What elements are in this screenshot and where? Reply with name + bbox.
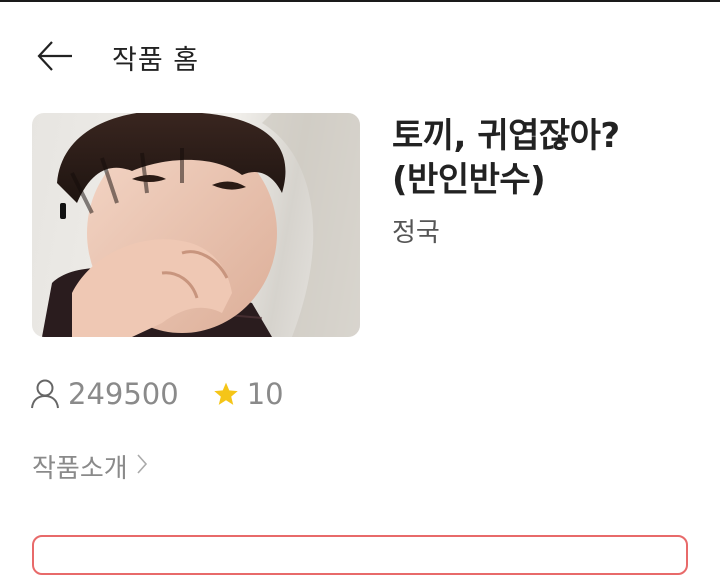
back-button[interactable] [28, 34, 80, 78]
rating-value: 10 [246, 377, 284, 411]
views-stat: 249500 [30, 377, 179, 411]
work-title-line-1: 토끼, 귀엽잖아? [392, 116, 620, 156]
person-icon [31, 379, 59, 409]
stats-row: 249500 10 [30, 374, 284, 414]
page-title: 작품 홈 [112, 45, 200, 76]
star-icon [214, 382, 238, 405]
work-intro-label: 작품소개 [32, 454, 128, 484]
rating-stat: 10 [213, 377, 284, 411]
arrow-left-icon [37, 41, 72, 71]
work-intro-link[interactable]: 작품소개 [32, 448, 148, 485]
author-name[interactable]: 정국 [392, 212, 440, 249]
cover-image[interactable] [32, 113, 360, 337]
views-count: 249500 [68, 377, 179, 411]
work-title: 토끼, 귀엽잖아? (반인반수) [392, 114, 692, 202]
cover-illustration [42, 113, 360, 337]
work-title-line-2: (반인반수) [392, 160, 546, 200]
action-button[interactable] [32, 535, 688, 575]
status-divider [0, 0, 720, 2]
chevron-right-icon [136, 452, 148, 482]
app-header: 작품 홈 [0, 20, 720, 92]
